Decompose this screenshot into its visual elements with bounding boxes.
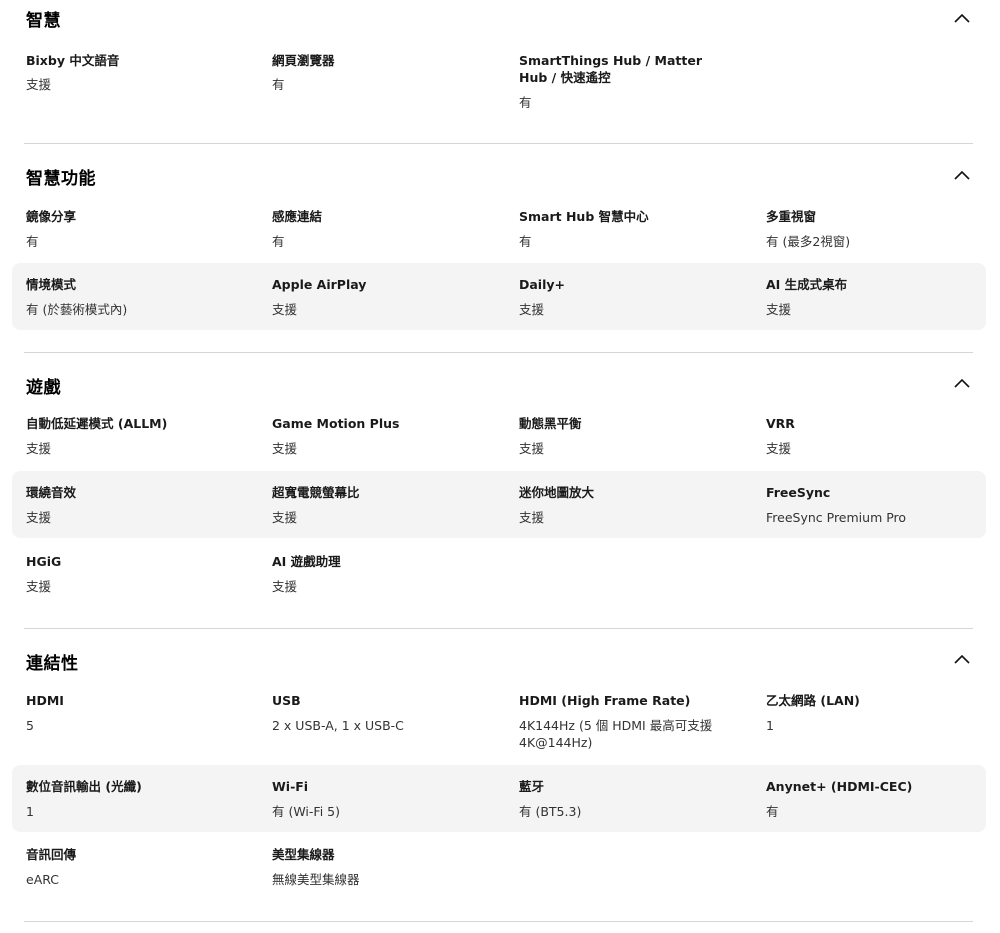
section-divider [24,921,973,922]
spec-value: 有 (最多2視窗) [766,234,851,249]
spec-value: 5 [26,718,34,733]
spec-value: 無線美型集線器 [272,872,360,887]
spec-value: 支援 [272,302,298,317]
spec-value: 1 [26,804,34,819]
spec-label: 情境模式 [26,277,77,292]
spec-row-shaded [12,765,986,832]
chevron-up-icon[interactable] [954,170,970,180]
spec-value: 支援 [766,302,792,317]
spec-value: 支援 [519,510,545,525]
spec-value: 有 (Wi-Fi 5) [272,804,340,819]
spec-label: USB [272,693,301,708]
spec-label: SmartThings Hub / Matter Hub / 快速遙控 [519,53,702,85]
spec-label: 乙太網路 (LAN) [766,693,860,708]
section-title: 遊戲 [26,378,61,398]
spec-label: 感應連結 [272,209,323,224]
spec-value: 有 (於藝術模式內) [26,302,128,317]
spec-label: 鏡像分享 [26,209,77,224]
section-title: 智慧功能 [26,169,96,189]
spec-label: 環繞音效 [26,485,77,500]
spec-value: 支援 [272,510,298,525]
spec-label: Smart Hub 智慧中心 [519,209,649,224]
spec-label: Game Motion Plus [272,416,400,431]
spec-value: 4K144Hz (5 個 HDMI 最高可支援 4K@144Hz) [519,718,713,750]
spec-label: HDMI [26,693,64,708]
spec-value: 支援 [26,77,52,92]
spec-value: 有 [519,95,532,110]
section-divider [24,352,973,353]
spec-value: 2 x USB-A, 1 x USB-C [272,718,404,733]
spec-label: 藍牙 [519,779,545,794]
spec-label: Bixby 中文語音 [26,53,120,68]
spec-label: 迷你地圖放大 [519,485,595,500]
spec-value: 支援 [26,441,52,456]
spec-value: 有 [26,234,39,249]
spec-value: FreeSync Premium Pro [766,510,907,525]
spec-value: 支援 [519,441,545,456]
spec-label: HGiG [26,554,62,569]
spec-label: Daily+ [519,277,566,292]
chevron-up-icon[interactable] [954,654,970,664]
spec-value: 有 [272,77,285,92]
spec-value: 支援 [272,441,298,456]
chevron-up-icon[interactable] [954,13,970,23]
spec-label: 多重視窗 [766,209,817,224]
spec-value: 支援 [519,302,545,317]
spec-value: eARC [26,872,60,887]
spec-value: 有 [519,234,532,249]
section-title: 連結性 [26,654,79,674]
spec-label: Apple AirPlay [272,277,367,292]
spec-label: 網頁瀏覽器 [272,53,335,68]
spec-label: 音訊回傳 [26,847,77,862]
spec-label: 動態黑平衡 [519,416,582,431]
spec-label: 數位音訊輸出 (光纖) [26,779,142,794]
section-divider [24,143,973,144]
spec-label: 超寬電競螢幕比 [272,485,360,500]
spec-label: HDMI (High Frame Rate) [519,693,691,708]
spec-value: 支援 [272,579,298,594]
spec-value: 支援 [26,510,52,525]
spec-label: Anynet+ (HDMI-CEC) [766,779,913,794]
spec-label: 自動低延遲模式 (ALLM) [26,416,168,431]
section-divider [24,628,973,629]
spec-label: AI 遊戲助理 [272,554,341,569]
spec-row-shaded [12,263,986,330]
chevron-up-icon[interactable] [954,378,970,388]
section-title: 智慧 [26,11,61,31]
spec-value: 支援 [26,579,52,594]
spec-value: 有 [766,804,779,819]
spec-value: 支援 [766,441,792,456]
spec-value: 1 [766,718,774,733]
spec-row-shaded [12,471,986,538]
spec-label: VRR [766,416,795,431]
spec-label: AI 生成式桌布 [766,277,848,292]
spec-value: 有 [272,234,285,249]
spec-value: 有 (BT5.3) [519,804,582,819]
spec-label: 美型集線器 [272,847,335,862]
spec-label: FreeSync [766,485,831,500]
spec-label: Wi-Fi [272,779,309,794]
